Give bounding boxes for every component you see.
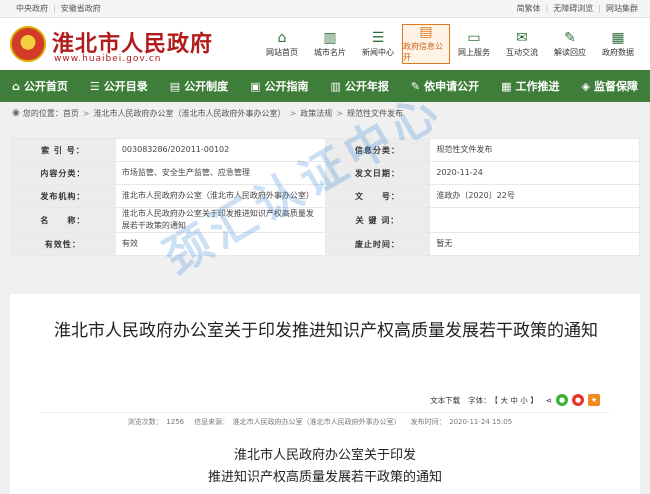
breadcrumb-office[interactable]: 淮北市人民政府办公室（淮北市人民政府外事办公室）: [94, 108, 286, 119]
info-source: 信息来源： 淮北市人民政府办公室（淮北市人民政府外事办公室）: [194, 418, 401, 426]
reply-icon: ✎: [564, 29, 576, 46]
quick-link-city-card[interactable]: ▥ 城市名片: [306, 24, 354, 64]
breadcrumb-normative[interactable]: 规范性文件发布: [347, 108, 403, 119]
table-row: 发布机构： 淮北市人民政府办公室（淮北市人民政府外事办公室） 文 号： 淮政办〔…: [10, 184, 640, 208]
report-icon: ▥: [330, 79, 341, 93]
article-panel: 淮北市人民政府办公室关于印发推进知识产权高质量发展若干政策的通知 文本下载 字体…: [10, 294, 640, 494]
shield-icon: ◈: [581, 79, 590, 93]
nav-item-annual-report[interactable]: ▥ 公开年报: [331, 78, 389, 94]
article-stats: 浏览次数： 1256 信息来源： 淮北市人民政府办公室（淮北市人民政府外事办公室…: [40, 412, 610, 427]
quick-links: ⌂ 网站首页 ▥ 城市名片 ☰ 新闻中心 ▤ 政府信息公开 ▭ 网上服务 ✉ 互动交流 ✎ 解…: [258, 24, 642, 64]
meta-key: 发布机构：: [10, 184, 116, 208]
chevron-right-icon: >: [336, 108, 343, 118]
divider: |: [545, 4, 549, 13]
breadcrumb: ◉ 您的位置： 首页 > 淮北市人民政府办公室（淮北市人民政府外事办公室） > …: [0, 102, 650, 124]
divider: |: [598, 4, 601, 13]
home-icon: ⌂: [277, 29, 287, 46]
article-tools: 文本下载 字体： 【 大 中 小 】 ⋖ ● ● ★: [422, 394, 600, 406]
progress-icon: ▦: [501, 79, 512, 93]
font-size-switcher[interactable]: 【 大 中 小 】: [491, 395, 538, 406]
meta-value: 市场监管、安全生产监管、应急管理: [114, 161, 326, 185]
nav-item-apply-disclosure[interactable]: ✎ 依申请公开: [411, 78, 479, 94]
article-title: 淮北市人民政府办公室关于印发推进知识产权高质量发展若干政策的通知: [54, 321, 598, 341]
meta-key: 有效性：: [10, 232, 116, 256]
nav-item-system[interactable]: ▤ 公开制度: [170, 78, 228, 94]
table-row: 有效性： 有效 废止时间： 暂无: [10, 232, 640, 256]
site-url: www.huaibei.gov.cn: [54, 54, 162, 64]
nav-item-guide[interactable]: ▣ 公开指南: [250, 78, 308, 94]
meta-value: 淮北市人民政府办公室（淮北市人民政府外事办公室）: [114, 184, 326, 208]
quick-link-news[interactable]: ☰ 新闻中心: [354, 24, 402, 64]
publish-time: 发布时间： 2020-11-24 15:05: [410, 418, 513, 426]
meta-value: 2020-11-24: [429, 161, 640, 185]
data-icon: ▦: [611, 29, 625, 46]
national-emblem-icon: [10, 26, 46, 62]
meta-key: 信息分类：: [324, 138, 431, 162]
meta-key: 废止时间：: [324, 232, 431, 256]
link-accessibility[interactable]: 无障碍浏览: [553, 3, 593, 14]
chevron-right-icon: >: [82, 108, 90, 118]
meta-key: 索 引 号：: [10, 138, 116, 162]
guide-icon: ▣: [250, 79, 261, 93]
divider: |: [53, 4, 56, 13]
body-title-line-1: 淮北市人民政府办公室关于印发: [233, 448, 416, 463]
site-header: 淮北市人民政府 www.huaibei.gov.cn ⌂ 网站首页 ▥ 城市名片 ☰…: [0, 18, 650, 70]
breadcrumb-policy[interactable]: 政策法规: [300, 108, 332, 119]
font-size-label: 字体：: [468, 395, 491, 405]
top-utility-bar: 中央政府 | 安徽省政府 简繁体 | 无障碍浏览 | 网站集群: [0, 0, 650, 18]
meta-value: 有效: [114, 232, 326, 256]
meta-key: 关 键 词：: [324, 207, 431, 233]
download-text-link[interactable]: 文本下载: [430, 395, 460, 406]
info-icon: ▤: [419, 24, 433, 40]
nav-item-work-progress[interactable]: ▦ 工作推进: [501, 78, 559, 94]
location-pin-icon: ◉: [12, 108, 20, 118]
main-nav: ⌂ 公开首页 ☰ 公开目录 ▤ 公开制度 ▣ 公开指南 ▥ 公开年报 ✎ 依申请公开 ▦ 工作…: [0, 70, 650, 102]
link-province-gov[interactable]: 安徽省政府: [61, 3, 101, 14]
link-simplified-traditional[interactable]: 简繁体: [517, 3, 541, 14]
quick-link-info-disclosure[interactable]: ▤ 政府信息公开: [402, 24, 450, 64]
service-icon: ▭: [467, 29, 481, 46]
link-site-cluster[interactable]: 网站集群: [606, 3, 638, 14]
meta-value: 淮政办〔2020〕22号: [429, 184, 640, 208]
quick-link-online-service[interactable]: ▭ 网上服务: [450, 24, 498, 64]
home-icon: ⌂: [12, 79, 20, 93]
link-central-gov[interactable]: 中央政府: [16, 3, 48, 14]
document-metadata-table: 索 引 号： 003083286/202011-00102 信息分类： 规范性文…: [10, 138, 640, 256]
meta-key: 发文日期：: [324, 161, 431, 185]
body-title-line-2: 推进知识产权高质量发展若干政策的通知: [207, 470, 442, 485]
news-icon: ☰: [371, 29, 385, 46]
quick-link-home[interactable]: ⌂ 网站首页: [258, 24, 306, 64]
nav-item-catalog[interactable]: ☰ 公开目录: [90, 78, 148, 94]
breadcrumb-home[interactable]: 首页: [63, 108, 79, 119]
table-row: 名 称： 淮北市人民政府办公室关于印发推进知识产权高质量发展若干政策的通知 关 …: [10, 207, 640, 233]
nav-item-supervision[interactable]: ◈ 监督保障: [581, 78, 637, 94]
share-icon[interactable]: ⋖: [546, 396, 552, 405]
wechat-icon[interactable]: ●: [556, 394, 568, 406]
meta-value: 规范性文件发布: [429, 138, 640, 162]
quick-link-interpretation[interactable]: ✎ 解读回应: [546, 24, 594, 64]
meta-value: 暂无: [429, 232, 640, 256]
table-row: 内容分类： 市场监管、安全生产监管、应急管理 发文日期： 2020-11-24: [10, 161, 640, 185]
weibo-icon[interactable]: ●: [572, 394, 584, 406]
document-icon: ▤: [169, 79, 181, 93]
city-icon: ▥: [323, 29, 337, 46]
chevron-right-icon: >: [289, 108, 297, 118]
qzone-icon[interactable]: ★: [588, 394, 600, 406]
quick-link-gov-data[interactable]: ▦ 政府数据: [594, 24, 642, 64]
chat-icon: ✉: [516, 29, 528, 46]
list-icon: ☰: [89, 79, 100, 93]
meta-value: 淮北市人民政府办公室关于印发推进知识产权高质量发展若干政策的通知: [114, 207, 326, 233]
meta-key: 文 号：: [324, 184, 431, 208]
meta-key: 名 称：: [10, 207, 116, 233]
meta-value: [429, 207, 640, 233]
apply-icon: ✎: [410, 79, 421, 93]
view-count: 浏览次数： 1256: [127, 418, 185, 426]
meta-key: 内容分类：: [10, 161, 116, 185]
nav-item-public-home[interactable]: ⌂ 公开首页: [12, 78, 68, 94]
meta-value: 003083286/202011-00102: [114, 138, 326, 162]
quick-link-interaction[interactable]: ✉ 互动交流: [498, 24, 546, 64]
breadcrumb-prefix: 您的位置：: [22, 108, 63, 118]
table-row: 索 引 号： 003083286/202011-00102 信息分类： 规范性文…: [10, 138, 640, 162]
